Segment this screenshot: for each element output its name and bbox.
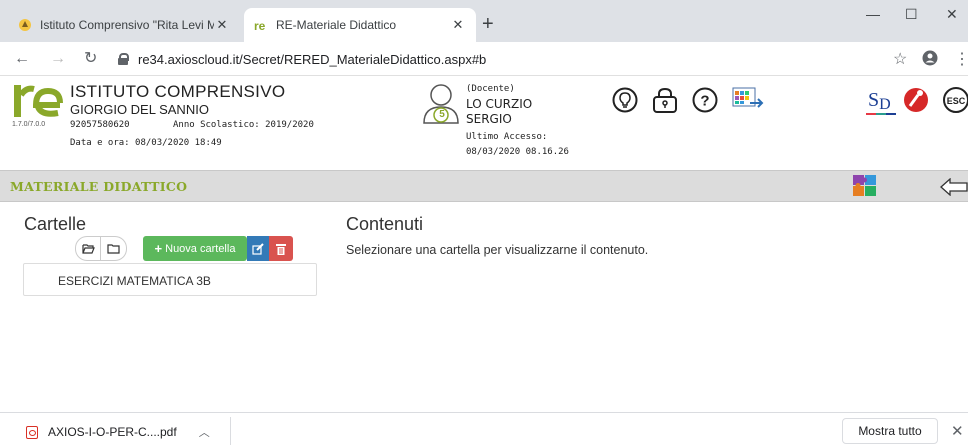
close-download-bar-icon[interactable]: ✕ [951, 422, 964, 440]
school-name: ISTITUTO COMPRENSIVO [70, 82, 286, 101]
axios-re-logo [14, 85, 63, 117]
user-surname: SERGIO [466, 112, 512, 126]
divider [230, 417, 231, 445]
forward-icon[interactable]: → [50, 50, 66, 68]
folder-list: ESERCIZI MATEMATICA 3B [23, 263, 317, 296]
address-bar: ← → ↻ re34.axioscloud.it/Secret/RERED_Ma… [0, 42, 968, 76]
tab-materiale-didattico[interactable]: re RE-Materiale Didattico ✕ [244, 8, 476, 42]
avatar-badge: 5 [439, 109, 445, 120]
last-access-value: 08/03/2020 08.16.26 [466, 147, 569, 157]
school-favicon-icon [19, 19, 31, 31]
axios-favicon-icon: re [254, 19, 266, 32]
folder-toolbar: + Nuova cartella [75, 236, 315, 261]
delete-folder-button[interactable] [269, 236, 293, 261]
cartelle-title: Cartelle [24, 214, 87, 234]
version-label: 1.7.0/7.0.0 [12, 121, 46, 128]
close-window-icon[interactable]: ✕ [946, 6, 958, 23]
trash-icon [276, 243, 286, 255]
sd-logo[interactable]: SD [868, 89, 891, 114]
contenuti-message: Selezionare una cartella per visualizzar… [346, 243, 649, 257]
close-tab-icon[interactable]: ✕ [214, 17, 230, 33]
help-icon[interactable]: ? [692, 87, 718, 113]
profile-icon[interactable] [922, 50, 938, 66]
browser-tab-bar: Istituto Comprensivo "Rita Levi M ✕ re R… [0, 0, 968, 42]
svg-text:re: re [254, 19, 266, 32]
school-code: 92057580620 [70, 120, 130, 130]
lock-icon [118, 53, 129, 65]
section-bar: MATERIALE DIDATTICO [0, 170, 968, 202]
closed-folder-button[interactable] [101, 236, 127, 261]
new-tab-icon[interactable]: + [482, 14, 494, 34]
bookmark-star-icon[interactable]: ☆ [893, 49, 907, 69]
chevron-up-icon[interactable]: ︿ [199, 424, 210, 440]
reload-icon[interactable]: ↻ [84, 50, 97, 68]
minimize-icon[interactable]: — [866, 6, 880, 22]
svg-text:ESC: ESC [947, 96, 966, 106]
edit-icon [252, 242, 264, 255]
menu-kebab-icon[interactable]: ⋮ [954, 49, 968, 69]
user-name: LO CURZIO [466, 97, 533, 111]
tab-title: RE-Materiale Didattico [276, 18, 397, 32]
back-arrow-icon[interactable] [940, 178, 968, 196]
edit-folder-button[interactable] [247, 236, 269, 261]
download-filename: AXIOS-I-O-PER-C....pdf [48, 425, 177, 439]
folder-item[interactable]: ESERCIZI MATEMATICA 3B [58, 274, 211, 288]
last-access-label: Ultimo Accesso: [466, 132, 548, 142]
calendar-export-icon[interactable] [732, 87, 764, 113]
user-role: (Docente) [466, 84, 515, 94]
url-text: re34.axioscloud.it/Secret/RERED_Material… [138, 51, 487, 67]
close-tab-icon[interactable]: ✕ [450, 17, 466, 33]
download-item[interactable]: AXIOS-I-O-PER-C....pdf ︿ [26, 424, 210, 440]
new-folder-label: Nuova cartella [165, 242, 236, 255]
app-header: 1.7.0/7.0.0 ISTITUTO COMPRENSIVO GIORGIO… [0, 77, 968, 169]
school-subname: GIORGIO DEL SANNIO [70, 102, 209, 117]
exit-esc-icon[interactable]: ESC [942, 87, 968, 113]
guitar-pick-icon[interactable] [903, 87, 929, 113]
section-title: MATERIALE DIDATTICO [10, 179, 188, 194]
new-folder-button[interactable]: + Nuova cartella [143, 236, 247, 261]
back-icon[interactable]: ← [14, 50, 30, 68]
lock-password-icon[interactable] [652, 87, 678, 113]
tab-istituto[interactable]: Istituto Comprensivo "Rita Levi M ✕ [8, 8, 240, 42]
tab-title: Istituto Comprensivo "Rita Levi M [40, 18, 214, 32]
open-folder-button[interactable] [75, 236, 101, 261]
open-folder-icon [81, 244, 95, 254]
lightbulb-icon[interactable] [612, 87, 638, 113]
contenuti-title: Contenuti [346, 214, 424, 234]
maximize-icon[interactable]: ☐ [905, 6, 918, 23]
current-datetime: Data e ora: 08/03/2020 18:49 [70, 138, 222, 148]
download-bar: AXIOS-I-O-PER-C....pdf ︿ Mostra tutto ✕ [0, 412, 968, 448]
school-year: Anno Scolastico: 2019/2020 [173, 120, 314, 130]
sd-underline-icon [866, 113, 896, 115]
url-field[interactable]: re34.axioscloud.it/Secret/RERED_Material… [110, 47, 870, 71]
plus-icon: + [154, 241, 163, 256]
show-all-button[interactable]: Mostra tutto [842, 418, 938, 444]
puzzle-apps-icon[interactable] [852, 174, 878, 198]
svg-text:?: ? [700, 93, 709, 110]
folder-icon [107, 244, 120, 254]
pdf-icon [26, 425, 38, 439]
